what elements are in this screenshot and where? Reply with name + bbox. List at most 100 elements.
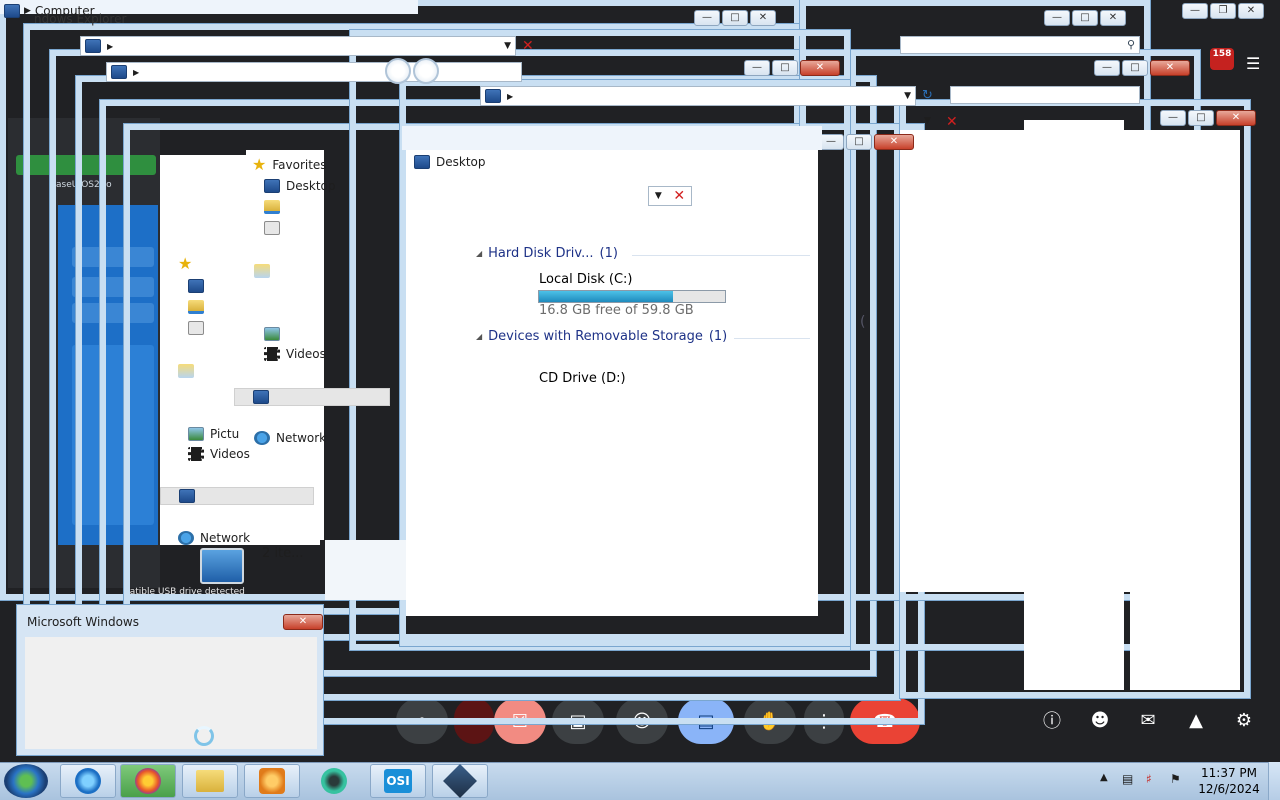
nav-desktop[interactable]: Desktop bbox=[264, 179, 336, 193]
dialog-close-button[interactable]: ✕ bbox=[283, 614, 323, 630]
address-clear-icon[interactable]: ✕ bbox=[946, 114, 958, 130]
breadcrumb-arrow[interactable]: ▶ bbox=[133, 68, 139, 77]
minimize-button[interactable]: — bbox=[1182, 3, 1208, 19]
close-button[interactable]: ✕ bbox=[874, 134, 914, 150]
restore-button[interactable]: ❐ bbox=[1210, 3, 1236, 19]
address-dropdown-icon[interactable]: ▼ bbox=[924, 116, 931, 126]
dropdown-icon[interactable]: ▼ bbox=[655, 191, 662, 201]
show-desktop-button[interactable] bbox=[1268, 762, 1280, 800]
taskbar-windows-explorer[interactable] bbox=[182, 764, 238, 798]
taskbar-osi[interactable]: OSI bbox=[370, 764, 426, 798]
local-disk-label[interactable]: Local Disk (C:) bbox=[539, 272, 632, 287]
nav-libraries-ghost[interactable] bbox=[178, 364, 194, 378]
group-header-hard-disk[interactable]: ◢ Hard Disk Driv... (1) bbox=[476, 246, 618, 261]
people-icon[interactable]: ☻ bbox=[1086, 706, 1114, 734]
search-input[interactable]: ⚲ bbox=[900, 36, 1140, 54]
activities-icon[interactable]: ▲ bbox=[1182, 706, 1210, 734]
desktop-icon bbox=[414, 155, 430, 169]
nav-network-ghost[interactable]: Network bbox=[178, 531, 250, 545]
collapse-icon[interactable]: ◢ bbox=[476, 332, 482, 341]
nav-computer-selected-ghost[interactable] bbox=[160, 487, 314, 505]
refresh-icon[interactable]: ↻ bbox=[922, 88, 933, 103]
start-button[interactable] bbox=[4, 764, 48, 798]
taskbar-meeting-app[interactable] bbox=[306, 764, 362, 798]
maximize-button[interactable]: □ bbox=[846, 134, 872, 150]
window-title-explorer: ndows Explorer bbox=[34, 12, 127, 26]
nav-libraries[interactable] bbox=[254, 264, 270, 278]
search-input[interactable] bbox=[950, 86, 1140, 104]
minimize-button[interactable]: — bbox=[1044, 10, 1070, 26]
address-dropdown-icon[interactable]: ▼ bbox=[500, 41, 515, 51]
nav-desktop-ghost[interactable] bbox=[188, 279, 204, 293]
clear-icon[interactable]: ✕ bbox=[673, 188, 685, 204]
minimize-button[interactable]: — bbox=[1094, 60, 1120, 76]
explorer-title-bar bbox=[402, 126, 822, 150]
nav-network[interactable]: Network bbox=[254, 431, 326, 445]
host-controls-icon[interactable]: ⚙ bbox=[1230, 706, 1258, 734]
action-center-icon[interactable]: ⚑ bbox=[1170, 772, 1181, 786]
disk-usage-fill bbox=[539, 291, 673, 302]
maximize-button[interactable]: □ bbox=[772, 60, 798, 76]
maximize-button[interactable]: □ bbox=[1072, 10, 1098, 26]
minimize-button[interactable]: — bbox=[744, 60, 770, 76]
nav-computer-selected[interactable] bbox=[234, 388, 390, 406]
address-clear-icon[interactable]: ✕ bbox=[522, 38, 534, 54]
nav-videos-label: Videos bbox=[210, 447, 250, 461]
nav-pictures-ghost[interactable]: Pictu bbox=[188, 427, 239, 441]
nav-pictures[interactable] bbox=[264, 327, 280, 341]
group-header-removable[interactable]: ◢ Devices with Removable Storage (1) bbox=[476, 329, 727, 344]
close-button[interactable]: ✕ bbox=[1238, 3, 1264, 19]
maximize-button[interactable]: □ bbox=[1188, 110, 1214, 126]
network-tray-icon[interactable]: ▤ bbox=[1122, 772, 1133, 786]
group-count: (1) bbox=[708, 329, 728, 344]
breadcrumb-arrow[interactable]: ▶ bbox=[107, 42, 113, 51]
group-label: Devices with Removable Storage bbox=[488, 329, 703, 344]
menu-icon[interactable]: ☰ bbox=[1246, 56, 1266, 72]
close-button[interactable]: ✕ bbox=[750, 10, 776, 26]
close-button[interactable]: ✕ bbox=[1100, 10, 1126, 26]
nav-recent[interactable] bbox=[264, 221, 280, 235]
forward-icon[interactable] bbox=[413, 58, 439, 84]
close-button[interactable]: ✕ bbox=[800, 60, 840, 76]
nav-downloads-ghost[interactable] bbox=[188, 300, 204, 314]
nav-favorites[interactable]: ★ Favorites bbox=[252, 155, 327, 174]
maximize-button[interactable]: □ bbox=[1122, 60, 1148, 76]
nav-pictures-label: Pictu bbox=[210, 427, 240, 441]
cd-drive-label[interactable]: CD Drive (D:) bbox=[539, 371, 626, 386]
address-bar[interactable]: ▶ bbox=[106, 62, 522, 82]
notification-badge[interactable]: 158 bbox=[1210, 48, 1234, 70]
nav-videos[interactable]: Videos bbox=[264, 347, 326, 361]
close-button[interactable]: ✕ bbox=[1150, 60, 1190, 76]
address-bar[interactable]: ▶ ▼ bbox=[80, 36, 516, 56]
taskbar-firefox[interactable] bbox=[120, 764, 176, 798]
nav-recent-ghost[interactable] bbox=[188, 321, 204, 335]
collapse-icon[interactable]: ◢ bbox=[476, 249, 482, 258]
breadcrumb-arrow[interactable]: ▶ bbox=[507, 92, 513, 101]
system-clock[interactable]: 11:37 PM 12/6/2024 bbox=[1196, 765, 1262, 797]
navigation-pane bbox=[246, 150, 324, 540]
nav-downloads[interactable] bbox=[264, 200, 280, 214]
media-player-icon bbox=[259, 768, 285, 794]
taskbar-virtualbox[interactable] bbox=[432, 764, 488, 798]
address-bar[interactable]: ▶ ▼ bbox=[480, 86, 916, 106]
tray-expand-icon[interactable]: ▲ bbox=[1100, 772, 1108, 783]
chat-icon[interactable]: ✉ bbox=[1134, 706, 1162, 734]
back-icon[interactable] bbox=[385, 58, 411, 84]
address-dropdown-icon[interactable]: ▼ bbox=[900, 91, 915, 101]
info-icon[interactable]: ⓘ bbox=[1038, 706, 1066, 734]
maximize-button[interactable]: □ bbox=[722, 10, 748, 26]
close-button[interactable]: ✕ bbox=[1216, 110, 1256, 126]
minimize-button[interactable]: — bbox=[1160, 110, 1186, 126]
nav-videos-ghost[interactable]: Videos bbox=[188, 447, 250, 461]
volume-muted-icon[interactable]: ♯ bbox=[1146, 772, 1152, 786]
breadcrumb-arrow[interactable]: ▶ bbox=[24, 6, 31, 16]
item-count-text: 2 ite... bbox=[262, 546, 304, 561]
search-icon[interactable]: ⚲ bbox=[1127, 38, 1135, 51]
taskbar-internet-explorer[interactable] bbox=[60, 764, 116, 798]
taskbar-media-player[interactable] bbox=[244, 764, 300, 798]
nav-favorites-label: Favorites bbox=[272, 158, 327, 172]
nav-favorites-ghost[interactable]: ★ bbox=[178, 256, 192, 272]
star-icon: ★ bbox=[252, 155, 267, 174]
computer-icon bbox=[85, 39, 101, 53]
minimize-button[interactable]: — bbox=[694, 10, 720, 26]
